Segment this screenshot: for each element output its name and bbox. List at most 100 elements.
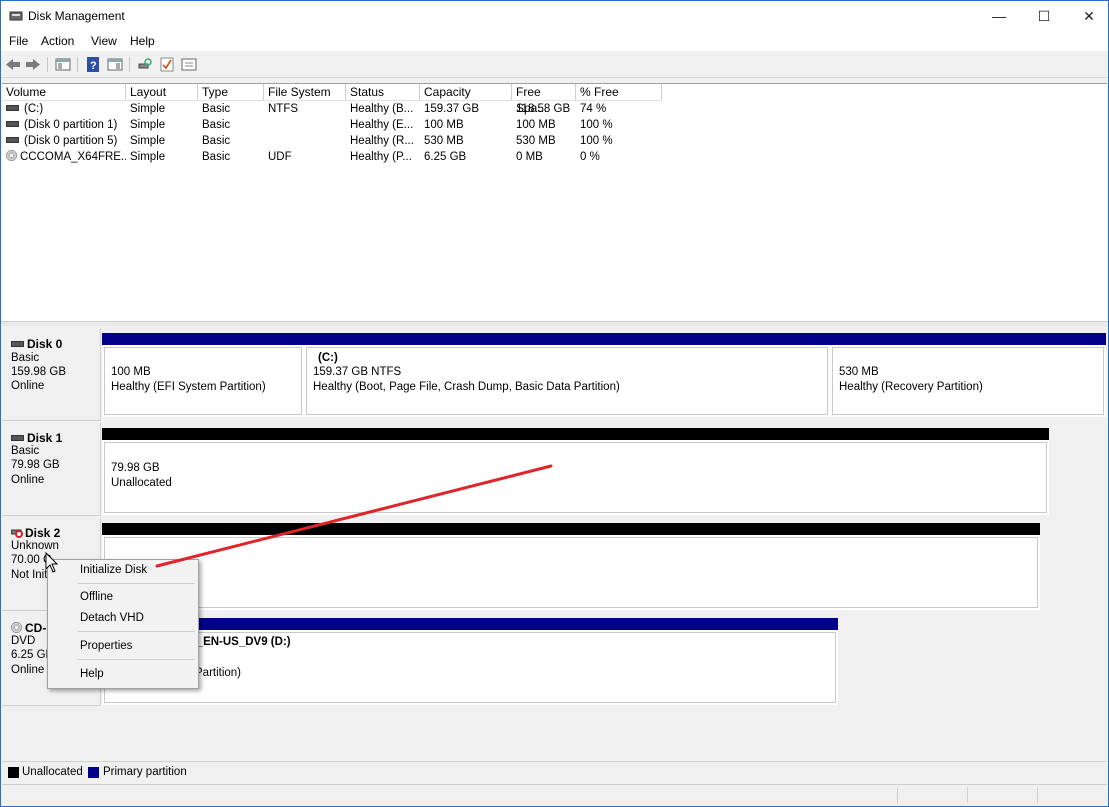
volume-type: Basic xyxy=(202,119,231,131)
partition-body: (C:) 159.37 GB NTFS Healthy (Boot, Page … xyxy=(306,347,828,415)
primary-partition-bar xyxy=(102,333,304,345)
volume-type: Basic xyxy=(202,151,231,163)
column-header-type[interactable]: Type xyxy=(198,84,264,100)
window-title: Disk Management xyxy=(28,9,125,23)
disk-state: Not Init xyxy=(11,569,48,581)
volume-capacity: 6.25 GB xyxy=(424,151,467,163)
disk-graphical-view: Disk 0 Basic 159.98 GB Online 100 MB Hea… xyxy=(2,326,1107,761)
disk-type: Basic xyxy=(11,352,40,364)
close-button[interactable]: ✕ xyxy=(1066,1,1109,31)
volume-row[interactable]: (Disk 0 partition 5) Simple Basic Health… xyxy=(2,133,662,149)
menu-item-offline[interactable]: Offline xyxy=(49,587,197,607)
volume-capacity: 100 MB xyxy=(424,119,464,131)
help-icon[interactable]: ? xyxy=(85,57,101,72)
column-header-percent-free[interactable]: % Free xyxy=(576,84,662,100)
legend: Unallocated Primary partition xyxy=(2,761,1107,784)
partition-recovery[interactable]: 530 MB Healthy (Recovery Partition) xyxy=(830,333,1106,417)
unallocated-bar xyxy=(102,523,1040,535)
partition-unallocated[interactable]: 79.98 GB Unallocated xyxy=(102,428,1049,515)
partition-status: Healthy (EFI System Partition) xyxy=(111,381,266,393)
menu-file[interactable]: File xyxy=(9,34,28,48)
volume-row[interactable]: CCCOMA_X64FRE... Simple Basic UDF Health… xyxy=(2,149,662,165)
disk-icon xyxy=(11,340,24,347)
disk-state: Online xyxy=(11,380,45,392)
partition-dvd[interactable]: E_EN-US_DV9 (D:) Partition) xyxy=(102,618,838,705)
legend-label-unallocated: Unallocated xyxy=(22,766,83,778)
column-header-volume[interactable]: Volume xyxy=(2,84,126,100)
drive-icon xyxy=(6,120,19,127)
volume-type: Basic xyxy=(202,135,231,147)
volume-file-system: NTFS xyxy=(268,103,299,115)
legend-swatch-primary xyxy=(88,767,99,778)
primary-partition-bar xyxy=(830,333,1106,345)
status-divider xyxy=(967,787,968,803)
disk-0-label[interactable]: Disk 0 Basic 159.98 GB Online xyxy=(2,328,101,421)
back-icon[interactable] xyxy=(5,57,21,72)
cd-icon xyxy=(6,150,17,162)
svg-text:?: ? xyxy=(90,60,97,72)
partition-status: Healthy (Recovery Partition) xyxy=(839,381,983,393)
disk-name: CD- xyxy=(25,621,47,635)
volume-status: Healthy (P... xyxy=(350,151,412,163)
volume-row[interactable]: (Disk 0 partition 1) Simple Basic Health… xyxy=(2,117,662,133)
partition-body: E_EN-US_DV9 (D:) Partition) xyxy=(104,632,836,703)
menu-item-properties[interactable]: Properties xyxy=(49,636,197,656)
volume-percent-free: 100 % xyxy=(580,135,613,147)
menu-separator xyxy=(78,631,195,632)
volume-capacity: 530 MB xyxy=(424,135,464,147)
title-bar: Disk Management — ☐ ✕ xyxy=(1,1,1108,31)
volume-layout: Simple xyxy=(130,135,166,147)
toolbar-separator xyxy=(129,57,130,72)
disk-size: 159.98 GB xyxy=(11,366,66,378)
menu-item-detach-vhd[interactable]: Detach VHD xyxy=(49,608,197,628)
rescan-disks-icon[interactable] xyxy=(137,57,153,72)
menu-view[interactable]: View xyxy=(91,34,117,48)
partition-title: (C:) xyxy=(318,352,338,364)
status-divider xyxy=(897,787,898,803)
disk-state: Online xyxy=(11,664,45,676)
disk-1-label[interactable]: Disk 1 Basic 79.98 GB Online xyxy=(2,423,101,516)
volume-file-system xyxy=(264,117,346,133)
maximize-button[interactable]: ☐ xyxy=(1021,1,1067,31)
column-header-layout[interactable]: Layout xyxy=(126,84,198,100)
minimize-button[interactable]: — xyxy=(976,1,1022,31)
partition-size: 79.98 GB xyxy=(111,462,160,474)
column-header-file-system[interactable]: File System xyxy=(264,84,346,100)
volume-status: Healthy (R... xyxy=(350,135,414,147)
column-header-capacity[interactable]: Capacity xyxy=(420,84,512,100)
disk-type: Basic xyxy=(11,445,40,457)
console-icon[interactable] xyxy=(181,57,197,72)
partition-c[interactable]: (C:) 159.37 GB NTFS Healthy (Boot, Page … xyxy=(304,333,830,417)
partition-efi[interactable]: 100 MB Healthy (EFI System Partition) xyxy=(102,333,304,417)
column-header-free-space[interactable]: Free Spa... xyxy=(512,84,576,115)
disk-type: Unknown xyxy=(11,540,59,552)
volume-free-space: 100 MB xyxy=(516,119,556,131)
check-icon[interactable] xyxy=(159,57,175,72)
partition-status: Unallocated xyxy=(111,477,172,489)
volume-percent-free: 100 % xyxy=(580,119,613,131)
column-header-status[interactable]: Status xyxy=(346,84,420,100)
disk-size: 70.00 G xyxy=(11,554,52,566)
menu-action[interactable]: Action xyxy=(41,34,74,48)
legend-swatch-unallocated xyxy=(8,767,19,778)
volume-free-space: 118.58 GB xyxy=(516,103,571,115)
disk-2-space[interactable] xyxy=(102,523,1040,610)
menu-item-initialize-disk[interactable]: Initialize Disk xyxy=(49,560,197,580)
disk-name: Disk 1 xyxy=(27,431,63,445)
volume-percent-free: 0 % xyxy=(580,151,600,163)
volume-status: Healthy (E... xyxy=(350,119,414,131)
volume-layout: Simple xyxy=(130,151,166,163)
properties-icon[interactable] xyxy=(107,57,123,72)
volume-file-system xyxy=(264,133,346,149)
context-menu: Initialize Disk Offline Detach VHD Prope… xyxy=(47,559,199,689)
menu-item-help[interactable]: Help xyxy=(49,664,197,684)
partition-body: 100 MB Healthy (EFI System Partition) xyxy=(104,347,302,415)
show-hide-tree-icon[interactable] xyxy=(55,57,71,72)
primary-partition-bar xyxy=(102,618,838,630)
toolbar-separator xyxy=(77,57,78,72)
forward-icon[interactable] xyxy=(25,57,41,72)
unallocated-bar xyxy=(102,428,1049,440)
volume-name: (Disk 0 partition 5) xyxy=(24,135,118,147)
volume-row[interactable]: (C:) Simple Basic NTFS Healthy (B... 159… xyxy=(2,101,662,117)
menu-help[interactable]: Help xyxy=(130,34,155,48)
